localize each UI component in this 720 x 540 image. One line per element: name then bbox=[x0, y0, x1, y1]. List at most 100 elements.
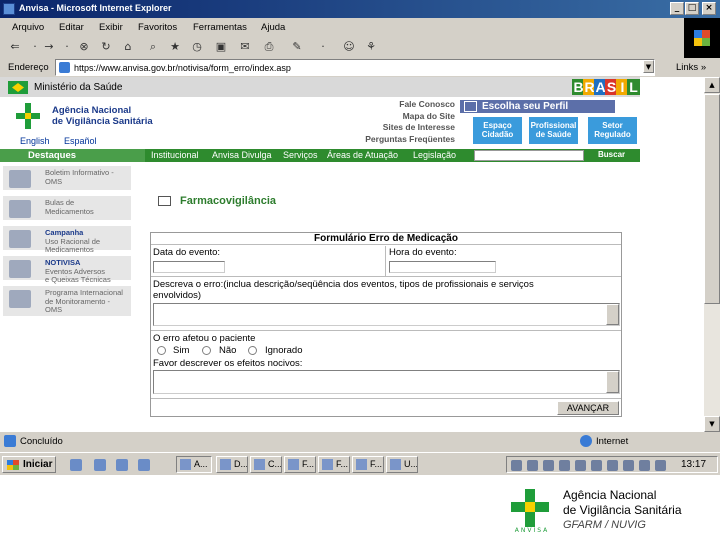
maximize-button[interactable]: □ bbox=[685, 2, 699, 15]
start-button[interactable]: Iniciar bbox=[2, 456, 56, 473]
menu-editar[interactable]: Editar bbox=[59, 22, 84, 33]
language-spanish-link[interactable]: Español bbox=[64, 136, 97, 146]
links-label[interactable]: Links » bbox=[676, 62, 706, 73]
sidebar-item-campanha[interactable]: Campanha Uso Racional de Medicamentos bbox=[3, 226, 131, 254]
messenger-icon[interactable]: ☺ bbox=[342, 40, 356, 54]
address-dropdown-icon[interactable]: ▼ bbox=[643, 60, 654, 73]
close-button[interactable]: × bbox=[702, 2, 716, 15]
language-english-link[interactable]: English bbox=[20, 136, 50, 146]
taskbar-item[interactable]: D... bbox=[216, 456, 248, 473]
desktop-icon[interactable] bbox=[70, 459, 82, 471]
back-icon[interactable]: ⇐ bbox=[8, 40, 22, 54]
menu-ferramentas[interactable]: Ferramentas bbox=[193, 22, 247, 33]
windows-flag-icon bbox=[694, 30, 710, 46]
scroll-up-icon[interactable]: ▲ bbox=[704, 77, 720, 93]
tray-volume-icon[interactable] bbox=[527, 460, 538, 471]
nav-institucional[interactable]: Institucional bbox=[151, 150, 199, 160]
media-player-icon[interactable] bbox=[138, 459, 150, 471]
task-icon bbox=[180, 459, 191, 470]
documents-icon bbox=[9, 200, 31, 218]
anvisa-logo[interactable] bbox=[16, 103, 40, 129]
taskbar-item[interactable]: C... bbox=[250, 456, 282, 473]
print-icon[interactable]: ⎙ bbox=[262, 40, 276, 54]
favorites-icon[interactable]: ★ bbox=[168, 40, 182, 54]
effects-textarea[interactable] bbox=[153, 370, 620, 394]
radio-sim[interactable] bbox=[157, 346, 166, 355]
menu-arquivo[interactable]: Arquivo bbox=[12, 22, 44, 33]
nav-anvisa-divulga[interactable]: Anvisa Divulga bbox=[212, 150, 272, 160]
home-icon[interactable]: ⌂ bbox=[121, 40, 135, 54]
espaco-cidadao-button[interactable]: Espaço Cidadão bbox=[473, 117, 522, 144]
sidebar-item-notivisa[interactable]: NOTIVISA Eventos Adversos e Queixas Técn… bbox=[3, 256, 131, 284]
tray-antivirus-icon[interactable] bbox=[543, 460, 554, 471]
scrollbar-thumb[interactable] bbox=[704, 94, 720, 304]
page-scrollbar[interactable]: ▲ ▼ bbox=[704, 77, 720, 432]
browser-screenshot: Anvisa - Microsoft Internet Explorer _ □… bbox=[0, 0, 720, 475]
address-url[interactable]: https://www.anvisa.gov.br/notivisa/form_… bbox=[74, 63, 291, 73]
task-label: A... bbox=[194, 459, 208, 469]
taskbar-item[interactable]: F... bbox=[284, 456, 316, 473]
tray-network-icon[interactable] bbox=[511, 460, 522, 471]
back-dropdown-icon[interactable]: · bbox=[28, 40, 42, 54]
description-textarea[interactable] bbox=[153, 303, 620, 326]
profissional-de-saude-button[interactable]: Profissional de Saúde bbox=[529, 117, 578, 144]
quick-link-mapa-do-site[interactable]: Mapa do Site bbox=[340, 111, 455, 123]
address-input[interactable]: https://www.anvisa.gov.br/notivisa/form_… bbox=[55, 59, 655, 76]
media-icon[interactable]: ▣ bbox=[214, 40, 228, 54]
minimize-button[interactable]: _ bbox=[670, 2, 684, 15]
outlook-icon[interactable] bbox=[116, 459, 128, 471]
setor-regulado-button[interactable]: Setor Regulado bbox=[588, 117, 637, 144]
history-icon[interactable]: ◷ bbox=[190, 40, 204, 54]
nav-legislacao[interactable]: Legislação bbox=[413, 150, 456, 160]
scroll-down-icon[interactable]: ▼ bbox=[704, 416, 720, 432]
tray-app-icon[interactable] bbox=[655, 460, 666, 471]
taskbar-item[interactable]: U... bbox=[386, 456, 418, 473]
menu-exibir[interactable]: Exibir bbox=[99, 22, 123, 33]
toolbar: ⇐ · → · ⊗ ↻ ⌂ ⌕ ★ ◷ ▣ ✉ ⎙ ✎ · ☺ ⚘ bbox=[0, 37, 684, 58]
tray-app-icon[interactable] bbox=[575, 460, 586, 471]
mail-icon[interactable]: ✉ bbox=[238, 40, 252, 54]
windows-logo bbox=[684, 18, 720, 58]
sidebar-item-boletim[interactable]: Boletim Informativo - OMS bbox=[3, 166, 131, 192]
buscar-button[interactable]: Buscar bbox=[598, 150, 625, 159]
taskbar-item-anvisa[interactable]: A... bbox=[176, 456, 212, 473]
nav-areas-de-atuacao[interactable]: Áreas de Atuação bbox=[327, 150, 398, 160]
tray-app-icon[interactable] bbox=[623, 460, 634, 471]
tray-app-icon[interactable] bbox=[591, 460, 602, 471]
radio-nao[interactable] bbox=[202, 346, 211, 355]
tray-app-icon[interactable] bbox=[639, 460, 650, 471]
sidebar-item-bulas[interactable]: Bulas de Medicamentos bbox=[3, 196, 131, 222]
taskbar-item[interactable]: F... bbox=[318, 456, 350, 473]
textarea-scrollbar[interactable] bbox=[606, 304, 619, 325]
sidebar-item-programa-oms[interactable]: Programa Internacional de Monitoramento … bbox=[3, 286, 131, 318]
sidebar-item-label: Bulas de Medicamentos bbox=[45, 198, 94, 216]
menu-ajuda[interactable]: Ajuda bbox=[261, 22, 285, 33]
tray-language-icon[interactable] bbox=[559, 460, 570, 471]
discuss-icon[interactable]: · bbox=[316, 40, 330, 54]
research-icon[interactable]: ⚘ bbox=[364, 40, 378, 54]
search-icon[interactable]: ⌕ bbox=[146, 40, 160, 54]
taskbar-item[interactable]: F... bbox=[352, 456, 384, 473]
quick-link-fale-conosco[interactable]: Fale Conosco bbox=[340, 99, 455, 111]
forward-icon[interactable]: → bbox=[42, 40, 56, 54]
avancar-button[interactable]: AVANÇAR bbox=[557, 401, 619, 415]
forward-dropdown-icon[interactable]: · bbox=[60, 40, 74, 54]
clock[interactable]: 13:17 bbox=[681, 459, 706, 470]
edit-icon[interactable]: ✎ bbox=[290, 40, 304, 54]
form-title: Formulário Erro de Medicação bbox=[151, 233, 621, 245]
quick-link-sites-de-interesse[interactable]: Sites de Interesse bbox=[340, 122, 455, 134]
date-field[interactable] bbox=[153, 261, 225, 273]
nav-servicos[interactable]: Serviços bbox=[283, 150, 318, 160]
window-title-bar[interactable]: Anvisa - Microsoft Internet Explorer _ □… bbox=[0, 0, 720, 18]
textarea-scrollbar[interactable] bbox=[606, 371, 619, 393]
site-search-input[interactable] bbox=[474, 150, 584, 161]
time-field[interactable] bbox=[389, 261, 496, 273]
quick-link-perguntas-frequentes[interactable]: Perguntas Freqüentes bbox=[340, 134, 455, 146]
refresh-icon[interactable]: ↻ bbox=[99, 40, 113, 54]
task-label: F... bbox=[370, 459, 383, 469]
menu-favoritos[interactable]: Favoritos bbox=[138, 22, 177, 33]
tray-app-icon[interactable] bbox=[607, 460, 618, 471]
stop-icon[interactable]: ⊗ bbox=[77, 40, 91, 54]
ie-icon[interactable] bbox=[94, 459, 106, 471]
radio-ignorado[interactable] bbox=[248, 346, 257, 355]
